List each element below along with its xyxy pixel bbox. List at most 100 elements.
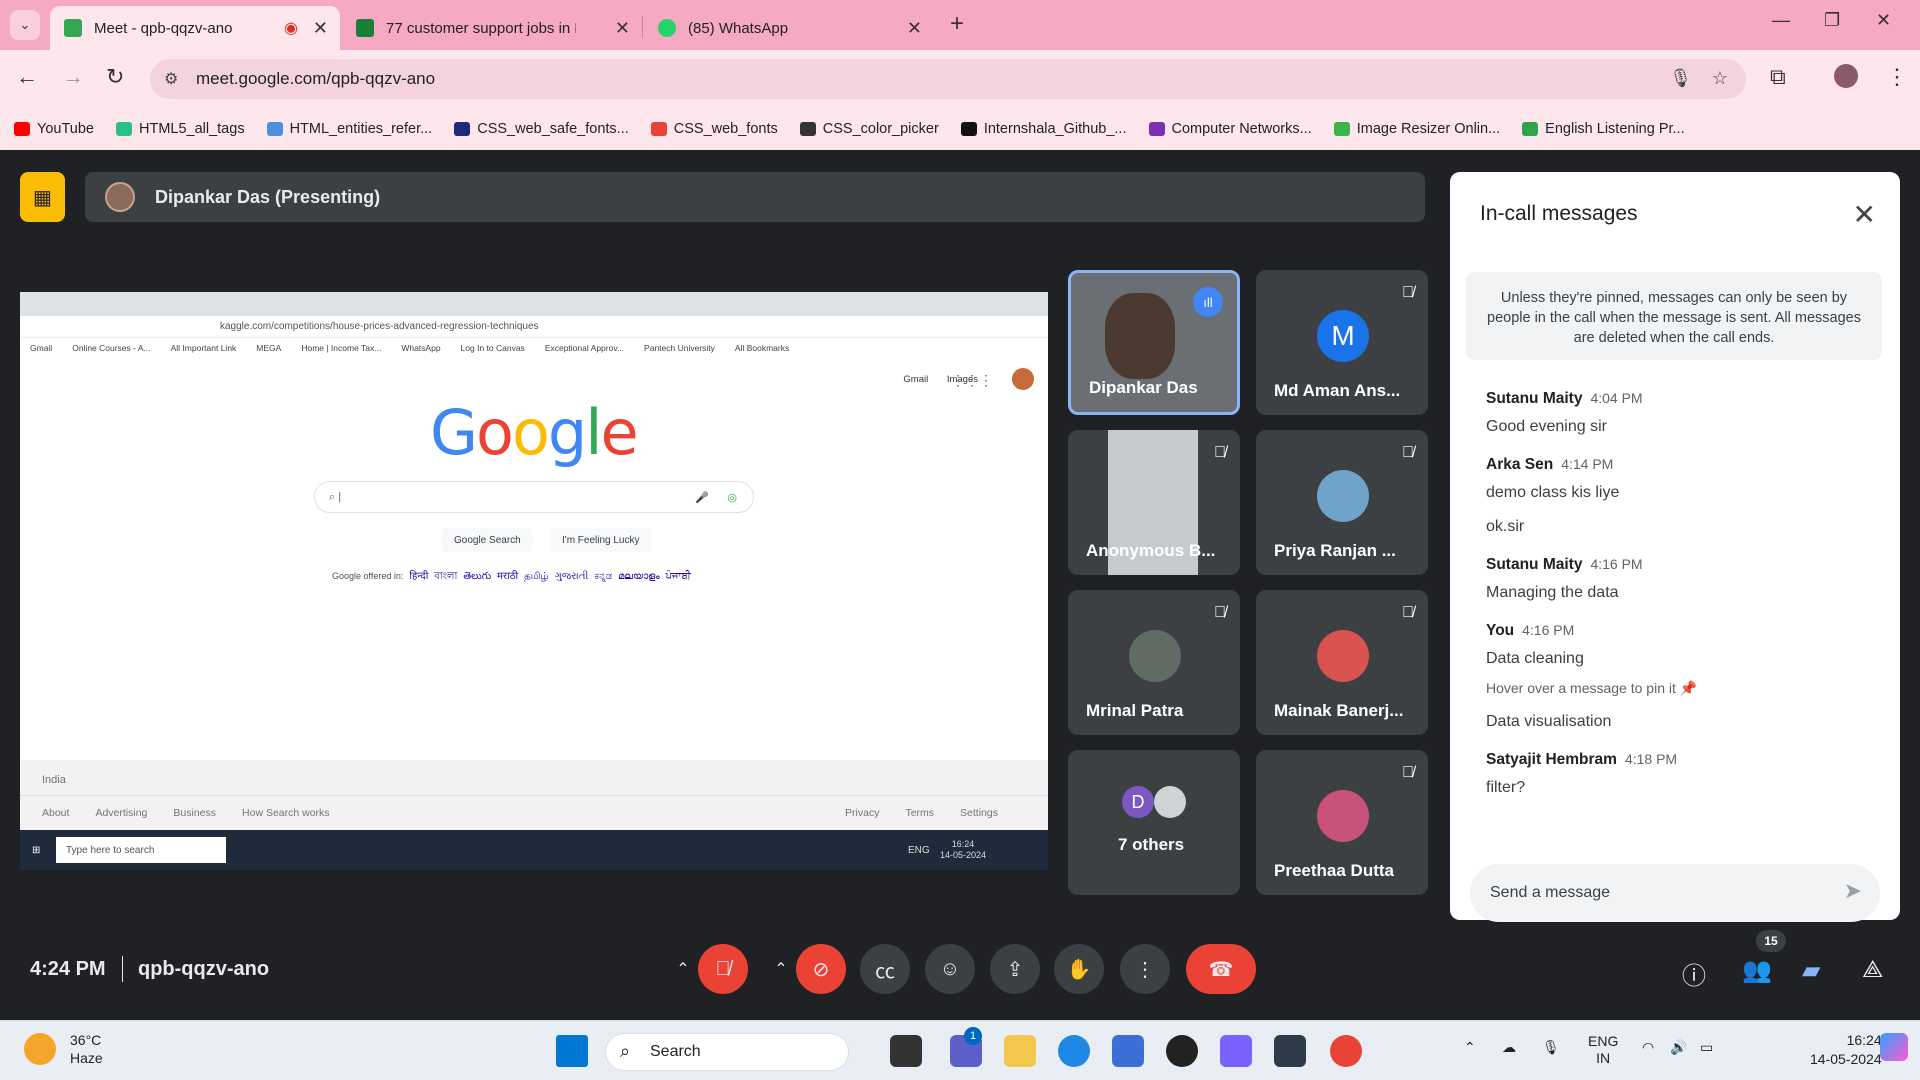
bookmark-item[interactable]: HTML_entities_refer... [266, 121, 432, 137]
mic-icon[interactable]: 🎙 [1542, 1039, 1560, 1056]
system-clock[interactable]: 16:24 14-05-2024 [1810, 1031, 1882, 1069]
bookmark-item[interactable]: English Listening Pr... [1522, 121, 1685, 137]
copilot-tray-icon[interactable] [1880, 1033, 1908, 1061]
camera-toggle-button[interactable]: ⊘ [796, 944, 846, 994]
copilot-icon[interactable] [1220, 1035, 1252, 1067]
onedrive-icon[interactable]: ☁ [1502, 1039, 1516, 1056]
raise-hand-button[interactable]: ✋ [1054, 944, 1104, 994]
store-icon[interactable] [1112, 1035, 1144, 1067]
bookmark-item[interactable]: Image Resizer Onlin... [1333, 121, 1500, 137]
audio-options-chevron[interactable]: ⌃ [668, 944, 698, 994]
close-window-button[interactable]: ✕ [1876, 10, 1891, 31]
participant-tile[interactable]: 🎙̸ Preethaa Dutta [1256, 750, 1428, 895]
battery-icon[interactable]: ▭ [1700, 1039, 1713, 1056]
chrome-icon[interactable] [1330, 1035, 1362, 1067]
close-icon[interactable]: ✕ [313, 18, 328, 39]
recording-icon: ◉ [284, 20, 298, 37]
close-icon[interactable]: ✕ [1853, 198, 1876, 231]
language-indicator[interactable]: ENG IN [1588, 1033, 1618, 1067]
profile-avatar[interactable] [1834, 64, 1858, 88]
chat-message[interactable]: Sutanu Maity 4:16 PM Managing the data [1486, 556, 1876, 602]
sender-name: Sutanu Maity [1486, 556, 1583, 573]
logo-letter: l [585, 396, 602, 469]
others-tile[interactable]: D 7 others [1068, 750, 1240, 895]
bookmark-item[interactable]: CSS_web_fonts [650, 121, 778, 137]
tab-jobs[interactable]: 77 customer support jobs in Re ✕ [342, 6, 642, 50]
reload-button[interactable]: ↻ [106, 64, 124, 90]
chat-message[interactable]: Arka Sen 4:14 PM demo class kis liye ok.s… [1486, 456, 1876, 536]
chat-message[interactable]: You 4:16 PM Data cleaning Hover over a me… [1486, 622, 1876, 731]
close-icon[interactable]: ✕ [615, 18, 630, 39]
tab-search-button[interactable]: ⌄ [10, 10, 40, 40]
wifi-icon[interactable]: ◠ [1642, 1039, 1654, 1056]
activities-icon[interactable]: ⟁ [1862, 956, 1883, 984]
restore-button[interactable]: ❐ [1824, 10, 1840, 31]
people-icon[interactable]: 👥 [1742, 956, 1772, 985]
participant-tile[interactable]: 🎙̸ Priya Ranjan ... [1256, 430, 1428, 575]
shared-clock: 16:24 14-05-2024 [940, 839, 986, 861]
emoji-button[interactable]: ☺ [925, 944, 975, 994]
taskbar-search[interactable]: ⌕ Search [605, 1033, 849, 1071]
minimize-button[interactable]: — [1772, 10, 1790, 31]
weather-widget[interactable]: 36°C Haze [24, 1031, 103, 1067]
video-options-chevron[interactable]: ⌃ [766, 944, 796, 994]
participant-tile[interactable]: ıll Dipankar Das [1068, 270, 1240, 415]
app-icon[interactable] [1274, 1035, 1306, 1067]
participant-tile[interactable]: 🎙̸ Mainak Banerj... [1256, 590, 1428, 735]
more-options-button[interactable]: ⋮ [1120, 944, 1170, 994]
leave-call-button[interactable]: ☎ [1186, 944, 1256, 994]
windows-start-icon[interactable] [556, 1035, 588, 1067]
presenter-avatar [105, 182, 135, 212]
search-label: Search [650, 1043, 701, 1060]
file-explorer-icon[interactable] [1004, 1035, 1036, 1067]
feeling-lucky-button: I'm Feeling Lucky [550, 528, 652, 552]
bookmark-item[interactable]: CSS_web_safe_fonts... [454, 121, 629, 137]
participant-tile[interactable]: 🎙̸ M Md Aman Ans... [1256, 270, 1428, 415]
new-tab-button[interactable]: + [950, 10, 964, 38]
bookmark-item[interactable]: CSS_color_picker [799, 121, 939, 137]
pin-icon[interactable]: 📌 [1680, 680, 1697, 696]
languages-offered: Google offered in: हिन्दी বাংলা తెలుగు मराठी… [332, 568, 691, 586]
menu-icon[interactable]: ⋮ [1886, 64, 1908, 90]
address-bar[interactable]: ⚙ meet.google.com/qpb-qqzv-ano 🎙 ☆ [150, 59, 1746, 99]
bookmark-label: English Listening Pr... [1545, 121, 1685, 137]
task-view-icon[interactable] [890, 1035, 922, 1067]
present-button[interactable]: ⇪ [990, 944, 1040, 994]
chat-message[interactable]: Satyajit Hembram 4:18 PM filter? [1486, 751, 1876, 797]
close-icon[interactable]: ✕ [907, 18, 922, 39]
tab-whatsapp[interactable]: (85) WhatsApp ✕ [644, 6, 934, 50]
back-button[interactable]: ← [16, 64, 38, 90]
info-icon[interactable]: ⓘ [1682, 956, 1706, 991]
site-info-icon[interactable]: ⚙ [164, 69, 178, 89]
participant-name: Md Aman Ans... [1274, 381, 1401, 400]
edge-icon[interactable] [1058, 1035, 1090, 1067]
tray-chevron-icon[interactable]: ⌃ [1464, 1039, 1476, 1056]
mic-toggle-button[interactable]: 🎙̸ [698, 944, 748, 994]
sender-name: Sutanu Maity [1486, 390, 1583, 407]
chat-icon[interactable]: ▰ [1802, 956, 1820, 985]
extensions-icon[interactable]: ⧉ [1770, 64, 1786, 90]
bookmark-item[interactable]: Internshala_Github_... [960, 121, 1127, 137]
chat-message[interactable]: Sutanu Maity 4:04 PM Good evening sir [1486, 390, 1876, 436]
participant-tile[interactable]: 🎙̸ Anonymous B... [1068, 430, 1240, 575]
shared-date: 14-05-2024 [940, 850, 987, 860]
clock-time: 16:24 [1846, 1032, 1882, 1048]
forward-button[interactable]: → [62, 64, 84, 90]
stop-presenting-icon[interactable]: ▦ [20, 172, 65, 222]
message-input[interactable]: Send a message ➤ [1470, 864, 1880, 922]
bookmark-label: CSS_color_picker [822, 121, 939, 137]
send-icon[interactable]: ➤ [1844, 878, 1862, 904]
bookmark-item[interactable]: HTML5_all_tags [115, 121, 245, 137]
dell-icon[interactable] [1166, 1035, 1198, 1067]
tab-meet[interactable]: Meet - qpb-qqzv-ano ◉ ✕ [50, 6, 340, 50]
captions-button[interactable]: ㏄ [860, 944, 910, 994]
meet-stage: ▦ Dipankar Das (Presenting) kaggle.com/c… [0, 150, 1920, 1020]
sun-icon [24, 1033, 56, 1065]
mic-icon[interactable]: 🎙 [1669, 68, 1692, 89]
participant-tile[interactable]: 🎙̸ Mrinal Patra [1068, 590, 1240, 735]
bookmark-label: CSS_web_safe_fonts... [477, 121, 629, 137]
bookmark-item[interactable]: Computer Networks... [1148, 121, 1312, 137]
volume-icon[interactable]: 🔊 [1670, 1039, 1687, 1056]
bookmark-item[interactable]: YouTube [14, 121, 94, 137]
bookmark-star-icon[interactable]: ☆ [1712, 68, 1728, 89]
